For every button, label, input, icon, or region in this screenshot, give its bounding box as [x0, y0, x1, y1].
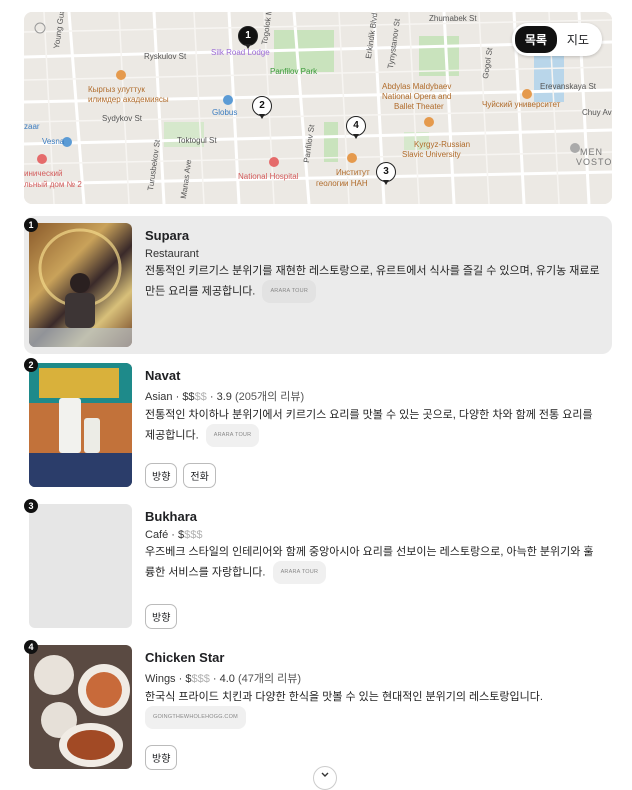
place-label: илимдер академиясы — [88, 95, 169, 104]
place-label: Kyrgyz-Russian — [414, 140, 471, 149]
call-button[interactable]: 전화 — [183, 463, 216, 488]
card-number-badge: 1 — [24, 218, 38, 232]
review-count[interactable]: (47개의 리뷰) — [238, 673, 301, 685]
price-level-faded: $$ — [194, 391, 207, 403]
directions-button[interactable]: 방향 — [145, 604, 178, 629]
place-label: Silk Road Lodge — [211, 48, 270, 57]
separator: · — [209, 673, 220, 685]
separator: · — [168, 529, 179, 541]
card-number-badge: 4 — [24, 640, 38, 654]
price-level-faded: $$$ — [191, 673, 210, 685]
description-text: 우즈베크 스타일의 인테리어와 함께 중앙아시아 요리를 선보이는 레스토랑으로… — [145, 546, 594, 579]
directions-button[interactable]: 방향 — [145, 745, 178, 770]
map-pin-2[interactable]: 2 — [252, 96, 272, 119]
place-label: VOSTO — [576, 157, 612, 167]
map-pin-3[interactable]: 3 — [376, 162, 396, 185]
place-label: Globus — [212, 108, 238, 117]
chevron-down-icon[interactable] — [313, 766, 337, 790]
restaurant-photo — [29, 223, 132, 347]
street-label: Zhumabek St — [429, 14, 477, 23]
restaurant-name[interactable]: Navat — [145, 368, 602, 383]
restaurant-card[interactable]: 3 Bukhara Café · $$$$ 우즈베크 스타일의 인테리어와 함께… — [24, 497, 612, 635]
price-level-faded: $$$ — [184, 529, 203, 541]
street-label: Erevanskaya St — [540, 82, 597, 91]
card-number-badge: 3 — [24, 499, 38, 513]
restaurant-meta: Wings · $$$$ · 4.0 (47개의 리뷰) — [145, 670, 602, 686]
price-level: $$ — [182, 391, 195, 403]
restaurant-meta: Asian · $$$$ · 3.9 (205개의 리뷰) — [145, 388, 602, 404]
place-label: National Opera and — [382, 92, 452, 101]
place-label: MEN — [580, 147, 603, 157]
review-count[interactable]: (205개의 리뷰) — [235, 391, 304, 403]
source-tag[interactable]: ARARA TOUR — [272, 561, 327, 584]
restaurant-photo — [29, 363, 132, 487]
card-number-badge: 2 — [24, 358, 38, 372]
separator: · — [172, 391, 183, 403]
category-text: Wings — [145, 673, 176, 685]
place-label: Кыргыз улуттук — [88, 85, 145, 94]
restaurant-category: Restaurant — [145, 248, 199, 260]
restaurant-card[interactable]: 2 Navat Asian · $$$$ · 3.9 (205개의 리뷰) 전통… — [24, 356, 612, 494]
rating-value: 3.9 — [216, 391, 232, 403]
place-label: Чуйский университет — [482, 100, 561, 109]
place-label: Panfilov Park — [270, 67, 318, 76]
list-view-button[interactable]: 목록 — [514, 26, 557, 53]
street-label: Chuy Av — [582, 108, 612, 117]
restaurant-photo — [29, 645, 132, 769]
street-label: Toktogul St — [177, 136, 217, 145]
directions-button[interactable]: 방향 — [145, 463, 178, 488]
place-label: Slavic University — [402, 150, 461, 159]
restaurant-name[interactable]: Chicken Star — [145, 650, 602, 665]
street-label: Ryskulov St — [144, 52, 187, 61]
restaurant-description: 우즈베크 스타일의 인테리어와 함께 중앙아시아 요리를 선보이는 레스토랑으로… — [145, 544, 602, 584]
place-label: льный дом № 2 — [24, 180, 82, 189]
source-tag[interactable]: ARARA TOUR — [205, 424, 260, 447]
category-text: Café — [145, 529, 169, 541]
restaurant-name[interactable]: Supara — [145, 228, 602, 243]
place-label: Abdylas Maldybaev — [382, 82, 452, 91]
restaurant-description: 전통적인 키르기스 분위기를 재현한 레스토랑으로, 유르트에서 식사를 즐길 … — [145, 263, 602, 303]
map-view[interactable]: Young Guard Blvd Ryskulov St Sydykov St … — [24, 12, 612, 204]
source-tag[interactable]: ARARA TOUR — [262, 280, 316, 303]
place-label: инический — [24, 169, 63, 178]
map-pin-4[interactable]: 4 — [346, 116, 366, 139]
place-label: Ballet Theater — [394, 102, 444, 111]
place-label: National Hospital — [238, 172, 299, 181]
restaurant-photo-placeholder — [29, 504, 132, 628]
place-label: Институт — [336, 168, 370, 177]
description-text: 한국식 프라이드 치킨과 다양한 한식을 맛볼 수 있는 현대적인 분위기의 레… — [145, 691, 543, 703]
view-toggle: 목록 지도 — [511, 23, 602, 56]
street-label: Sydykov St — [102, 114, 143, 123]
restaurant-card[interactable]: 4 Chicken Star Wings · $$$$ · 4.0 (47개의 … — [24, 638, 612, 776]
place-label: Vesna — [42, 137, 65, 146]
rating-value: 4.0 — [219, 673, 235, 685]
restaurant-description: 전통적인 차이하나 분위기에서 키르기스 요리를 맛볼 수 있는 곳으로, 다양… — [145, 407, 602, 447]
restaurant-name[interactable]: Bukhara — [145, 509, 602, 524]
category-text: Asian — [145, 391, 173, 403]
separator: · — [175, 673, 186, 685]
source-tag[interactable]: GOINGTHEWHOLEHOGG.COM — [145, 706, 246, 729]
separator: · — [206, 391, 217, 403]
map-pin-1[interactable]: 1 — [238, 26, 258, 49]
street-label: zaar — [24, 122, 40, 131]
map-view-button[interactable]: 지도 — [557, 26, 599, 53]
restaurant-meta: Café · $$$$ — [145, 529, 602, 541]
place-label: геологии НАН — [316, 179, 368, 188]
description-text: 전통적인 키르기스 분위기를 재현한 레스토랑으로, 유르트에서 식사를 즐길 … — [145, 265, 600, 298]
restaurant-description: 한국식 프라이드 치킨과 다양한 한식을 맛볼 수 있는 현대적인 분위기의 레… — [145, 689, 602, 729]
restaurant-card[interactable]: 1 Supara Restaurant 전통적인 키르기스 분위기를 재현한 레… — [24, 216, 612, 354]
